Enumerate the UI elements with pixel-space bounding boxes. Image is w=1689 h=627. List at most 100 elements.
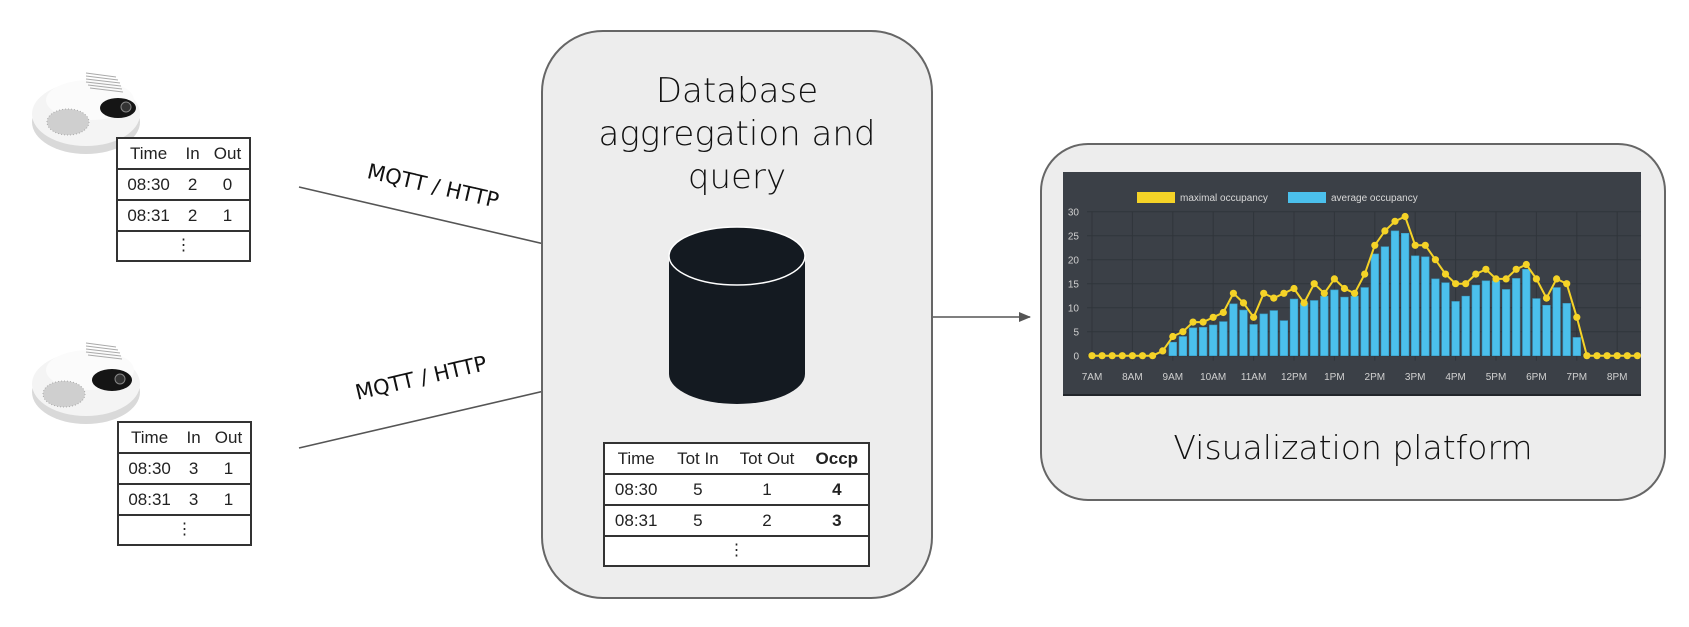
maximal-occupancy-point	[1441, 270, 1450, 278]
average-occupancy-bar	[1269, 310, 1278, 357]
maximal-occupancy-point	[1229, 289, 1237, 297]
legend-swatch-maximal	[1137, 192, 1175, 203]
maximal-occupancy-point	[1138, 352, 1147, 360]
maximal-occupancy-point	[1340, 284, 1349, 293]
average-occupancy-bar	[1431, 278, 1440, 357]
maximal-occupancy-point	[1088, 352, 1096, 360]
maximal-occupancy-point	[1502, 275, 1510, 283]
visualization-title: Visualization platform	[1173, 428, 1533, 467]
maximal-occupancy-point	[1209, 313, 1217, 321]
maximal-occupancy-point	[1118, 352, 1126, 360]
maximal-occupancy-point	[1512, 265, 1520, 273]
x-tick-label: 11AM	[1241, 372, 1266, 383]
average-occupancy-bar	[1330, 289, 1339, 357]
header-tot-out: Tot Out	[728, 442, 806, 475]
maximal-occupancy-point	[1623, 352, 1631, 360]
y-tick-label: 15	[1068, 280, 1080, 291]
title-line: query	[687, 157, 787, 197]
average-occupancy-bar	[1370, 253, 1379, 357]
average-occupancy-bar	[1441, 282, 1450, 356]
average-occupancy-bar	[1481, 280, 1491, 356]
table-row: 08:30 5 1 4	[604, 473, 869, 506]
maximal-occupancy-point	[1542, 294, 1551, 302]
average-occupancy-bar	[1471, 284, 1480, 356]
maximal-occupancy-point	[1482, 265, 1490, 273]
x-tick-label: 6PM	[1526, 372, 1547, 383]
average-occupancy-bar	[1512, 278, 1521, 356]
maximal-occupancy-point	[1219, 308, 1227, 317]
maximal-occupancy-point	[1462, 280, 1470, 288]
x-tick-label: 9AM	[1163, 372, 1184, 383]
maximal-occupancy-point	[1179, 328, 1187, 336]
average-occupancy-bar	[1542, 305, 1551, 357]
header-time: Time	[604, 442, 668, 475]
maximal-occupancy-point	[1239, 299, 1248, 307]
average-occupancy-bar	[1572, 337, 1581, 357]
average-occupancy-bar	[1552, 287, 1561, 357]
legend-label-average: average occupancy	[1331, 193, 1418, 204]
average-occupancy-bar	[1421, 256, 1430, 356]
average-occupancy-bar	[1451, 301, 1460, 357]
maximal-occupancy-point	[1573, 313, 1581, 321]
average-occupancy-bar	[1340, 296, 1349, 357]
header-occp: Occp	[805, 442, 869, 475]
average-occupancy-bar	[1178, 336, 1187, 357]
maximal-occupancy-point	[1149, 352, 1157, 360]
database-table: Time Tot In Tot Out Occp 08:30 5 1 4 08:31 5 2 3 …	[603, 442, 870, 567]
average-occupancy-bar	[1491, 280, 1501, 356]
x-tick-label: 7PM	[1567, 372, 1588, 383]
average-occupancy-bar	[1562, 303, 1571, 357]
maximal-occupancy-point	[1098, 352, 1106, 360]
maximal-occupancy-point	[1431, 256, 1439, 264]
maximal-occupancy-point	[1381, 227, 1389, 235]
average-occupancy-bar	[1259, 313, 1268, 357]
average-occupancy-bar	[1219, 321, 1228, 356]
maximal-occupancy-point	[1300, 299, 1308, 307]
x-tick-label: 2PM	[1365, 372, 1386, 383]
average-occupancy-bar	[1522, 269, 1531, 357]
cell-occp: 3	[805, 504, 869, 537]
maximal-occupancy-point	[1603, 352, 1611, 360]
x-tick-label: 1PM	[1324, 372, 1345, 383]
average-occupancy-bar	[1289, 298, 1299, 356]
average-occupancy-bar	[1279, 320, 1289, 357]
maximal-occupancy-point	[1290, 284, 1298, 293]
y-tick-label: 5	[1073, 328, 1079, 339]
maximal-occupancy-point	[1452, 280, 1460, 288]
maximal-occupancy-point	[1593, 352, 1601, 360]
cell-tot-out: 2	[728, 504, 806, 537]
x-tick-label: 10AM	[1200, 372, 1226, 383]
maximal-occupancy-point	[1108, 352, 1116, 360]
table-row: 08:31 5 2 3	[604, 504, 869, 537]
y-tick-label: 30	[1068, 208, 1080, 219]
maximal-occupancy-point	[1563, 280, 1571, 288]
maximal-occupancy-point	[1128, 352, 1136, 360]
maximal-occupancy-point	[1270, 294, 1278, 302]
y-tick-label: 10	[1068, 304, 1080, 315]
cell-time: 08:30	[604, 473, 668, 506]
average-occupancy-bar	[1249, 324, 1258, 357]
x-tick-label: 7AM	[1082, 372, 1103, 383]
average-occupancy-bar	[1229, 303, 1238, 357]
average-occupancy-bar	[1400, 232, 1410, 357]
legend-swatch-average	[1288, 192, 1326, 203]
y-tick-label: 20	[1068, 256, 1080, 267]
average-occupancy-bar	[1350, 295, 1359, 357]
maximal-occupancy-point	[1633, 352, 1641, 360]
maximal-occupancy-point	[1532, 275, 1540, 283]
y-tick-label: 25	[1068, 232, 1080, 243]
cell-occp: 4	[805, 473, 869, 506]
x-tick-label: 4PM	[1445, 372, 1466, 383]
maximal-occupancy-point	[1320, 289, 1328, 297]
maximal-occupancy-point	[1492, 275, 1500, 283]
title-line: Database	[655, 71, 819, 111]
average-occupancy-bar	[1188, 327, 1198, 357]
average-occupancy-bar	[1168, 341, 1177, 356]
average-occupancy-bar	[1239, 309, 1248, 357]
x-tick-label: 5PM	[1486, 372, 1507, 383]
average-occupancy-bar	[1380, 246, 1390, 356]
average-occupancy-bar	[1411, 255, 1420, 356]
maximal-occupancy-point	[1522, 260, 1530, 269]
average-occupancy-bar	[1320, 295, 1329, 357]
maximal-occupancy-point	[1361, 270, 1369, 278]
